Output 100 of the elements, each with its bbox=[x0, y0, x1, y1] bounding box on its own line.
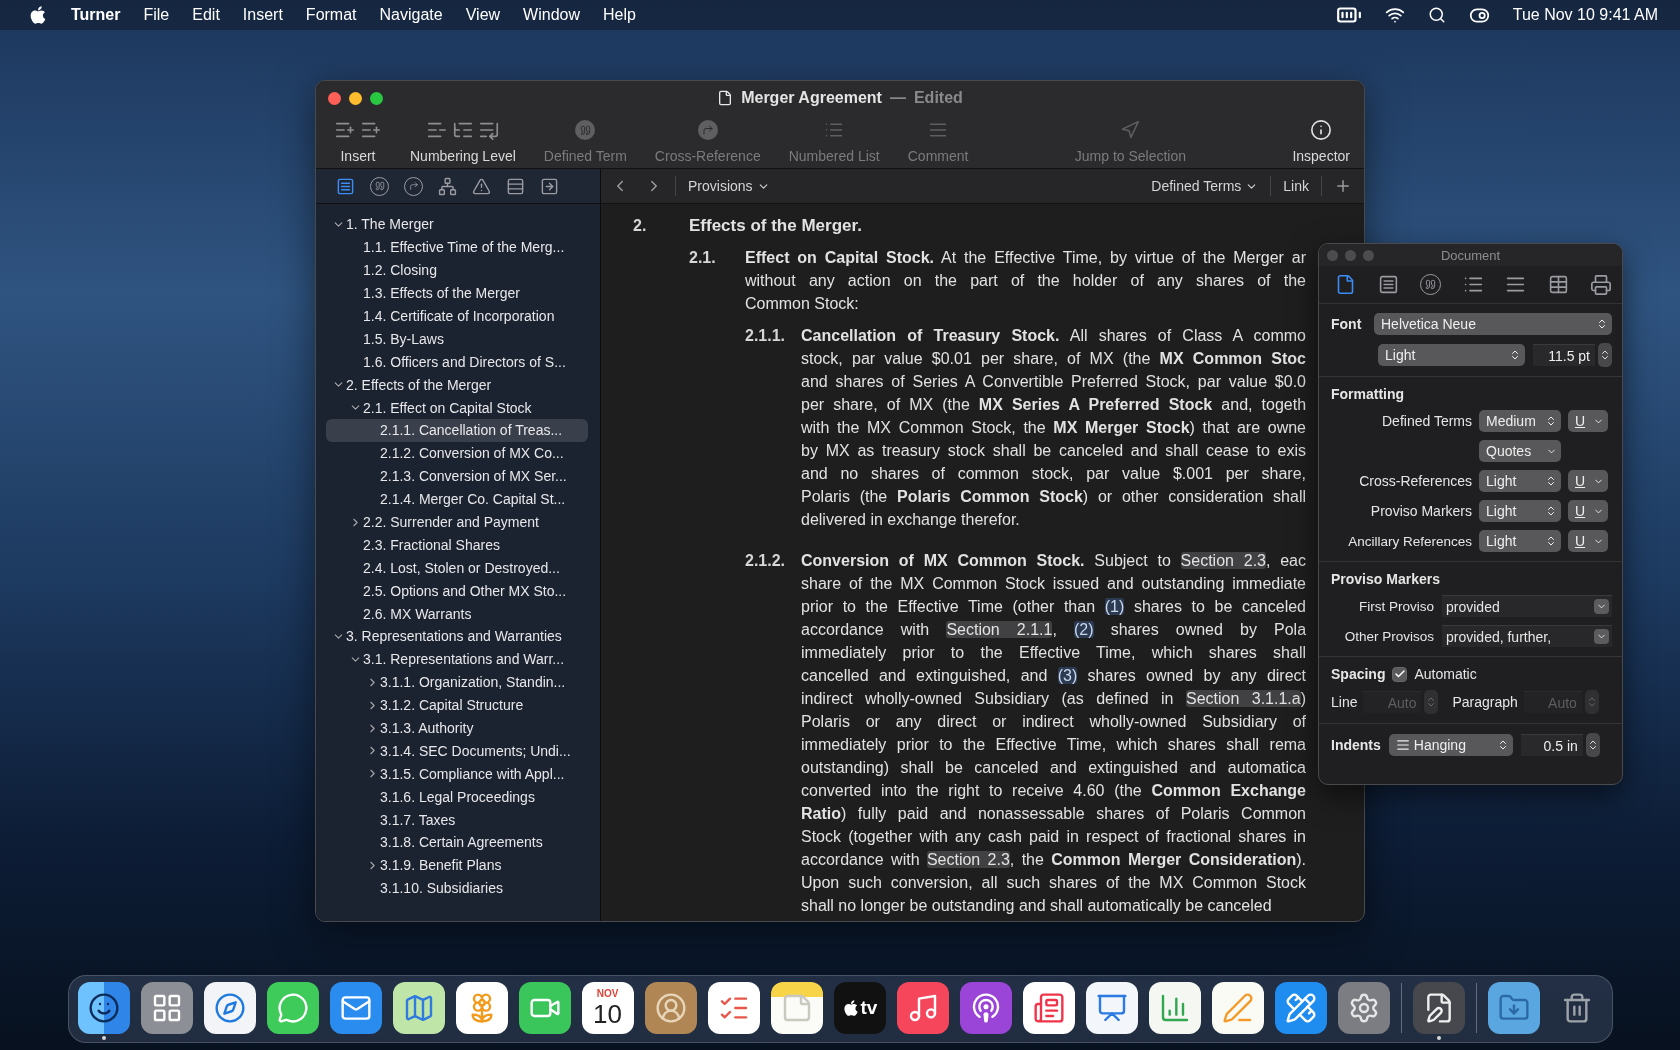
outline-item[interactable]: 2.1.2. Conversion of MX Co... bbox=[326, 441, 588, 465]
close-button[interactable] bbox=[328, 91, 341, 105]
font-size-field[interactable]: 11.5 pt bbox=[1533, 344, 1595, 366]
font-weight-select[interactable]: Light bbox=[1378, 344, 1525, 366]
document-pen-icon[interactable] bbox=[1412, 982, 1465, 1034]
smiling-face-icon[interactable] bbox=[77, 982, 130, 1034]
weight-select[interactable]: Light bbox=[1479, 530, 1561, 552]
cross-reference-link[interactable]: Section 2.1.1 bbox=[946, 621, 1053, 638]
outline-item[interactable]: 2.1. Effect on Capital Stock bbox=[326, 396, 588, 419]
video-camera-icon[interactable] bbox=[518, 982, 571, 1034]
outline-item[interactable]: 2.3. Fractional Shares bbox=[326, 533, 588, 557]
pencil-ruler-icon[interactable] bbox=[1274, 982, 1327, 1034]
sidebar-tab[interactable] bbox=[506, 176, 525, 196]
proviso-combo-box[interactable]: provided, further, bbox=[1442, 625, 1612, 647]
wifi-icon[interactable] bbox=[1384, 5, 1405, 25]
minimize-button[interactable] bbox=[349, 91, 362, 105]
outline-item[interactable]: 1.1. Effective Time of the Merg... bbox=[326, 235, 588, 259]
bar-chart-icon[interactable] bbox=[1148, 982, 1201, 1034]
outline-item[interactable]: 3.1.3. Authority bbox=[326, 716, 588, 740]
app-grid-icon[interactable] bbox=[140, 982, 193, 1034]
outline-item[interactable]: 1. The Merger bbox=[326, 213, 588, 236]
outline-item[interactable]: 1.6. Officers and Directors of S... bbox=[326, 350, 588, 374]
filter-popup-button[interactable]: Defined Terms bbox=[1147, 176, 1263, 196]
contact-card-icon[interactable] bbox=[644, 982, 697, 1034]
menu-item[interactable]: File bbox=[143, 6, 170, 24]
proviso-combo-box[interactable]: provided bbox=[1442, 595, 1612, 617]
tv-icon[interactable]: tv bbox=[833, 982, 886, 1034]
outline-item[interactable]: 2.1.3. Conversion of MX Ser... bbox=[326, 464, 588, 488]
menu-item[interactable]: Help bbox=[603, 6, 636, 24]
calendar-icon[interactable]: NOV 10 bbox=[581, 982, 634, 1034]
sidebar-tab[interactable] bbox=[472, 176, 491, 196]
cross-reference-link[interactable]: Section 2.3 bbox=[926, 851, 1010, 868]
app-menu[interactable]: Turner bbox=[71, 6, 121, 24]
outline-item[interactable]: 1.5. By-Laws bbox=[326, 327, 588, 351]
podcast-icon[interactable] bbox=[959, 982, 1012, 1034]
weight-select[interactable]: Medium bbox=[1479, 410, 1561, 432]
download-folder-icon[interactable] bbox=[1487, 982, 1540, 1034]
font-family-select[interactable]: Helvetica Neue bbox=[1374, 313, 1612, 335]
outline-item[interactable]: 1.2. Closing bbox=[326, 258, 588, 282]
menu-item[interactable]: Edit bbox=[192, 6, 220, 24]
outline-item[interactable]: 3.1.8. Certain Agreements bbox=[326, 831, 588, 854]
automatic-checkbox[interactable] bbox=[1392, 666, 1408, 682]
sidebar-tab[interactable] bbox=[336, 176, 355, 196]
menu-item[interactable]: Navigate bbox=[379, 6, 443, 24]
outline-item[interactable]: 3.1.10. Subsidiaries bbox=[326, 876, 588, 900]
stepper[interactable] bbox=[1598, 343, 1612, 367]
compass-icon[interactable] bbox=[203, 982, 256, 1034]
outline-item[interactable]: 2.2. Surrender and Payment bbox=[326, 510, 588, 534]
weight-select[interactable]: Light bbox=[1479, 470, 1561, 492]
inspector-tab[interactable] bbox=[1547, 274, 1569, 295]
outline-item[interactable]: 3.1.5. Compliance with Appl... bbox=[326, 762, 588, 786]
search-icon[interactable] bbox=[1427, 6, 1446, 24]
underline-select[interactable]: U bbox=[1568, 530, 1608, 552]
notepad-icon[interactable] bbox=[770, 982, 823, 1034]
zoom-button[interactable] bbox=[370, 91, 383, 105]
inspector-tab[interactable] bbox=[1590, 273, 1612, 296]
dropdown-button[interactable] bbox=[1594, 599, 1609, 614]
underline-select[interactable]: U bbox=[1568, 410, 1608, 432]
sidebar-tab[interactable] bbox=[540, 176, 559, 196]
cross-reference-link[interactable]: Section 2.3 bbox=[1180, 552, 1266, 569]
newspaper-icon[interactable] bbox=[1022, 982, 1075, 1034]
map-icon[interactable] bbox=[392, 982, 445, 1034]
underline-select[interactable]: U bbox=[1568, 500, 1608, 522]
toolbar-button[interactable]: Numbering Level bbox=[406, 119, 520, 164]
inspector-tab[interactable] bbox=[1335, 274, 1356, 295]
gear-icon[interactable] bbox=[1337, 982, 1390, 1034]
menu-item[interactable]: Insert bbox=[242, 6, 283, 24]
toolbar-button[interactable]: Insert bbox=[330, 119, 386, 164]
outline-item[interactable]: 2. Effects of the Merger bbox=[326, 373, 588, 397]
speech-bubble-icon[interactable] bbox=[266, 982, 319, 1034]
outline-item[interactable]: 1.4. Certificate of Incorporation bbox=[326, 304, 588, 328]
section-popup-button[interactable]: Provisions bbox=[684, 176, 774, 196]
outline-item[interactable]: 2.1.1. Cancellation of Treas... bbox=[326, 419, 588, 442]
indent-style-select[interactable]: Hanging bbox=[1388, 734, 1513, 756]
link-button[interactable]: Link bbox=[1279, 176, 1313, 196]
proviso-marker[interactable]: (2) bbox=[1074, 621, 1094, 638]
outline-item[interactable]: 3.1.9. Benefit Plans bbox=[326, 853, 588, 877]
apple-logo-icon[interactable] bbox=[28, 5, 48, 25]
music-note-icon[interactable] bbox=[896, 982, 949, 1034]
outline-item[interactable]: 3.1.4. SEC Documents; Undi... bbox=[326, 739, 588, 763]
proviso-marker[interactable]: (1) bbox=[1104, 598, 1125, 615]
cross-reference-link[interactable]: Section 3.1.1.a bbox=[1185, 690, 1301, 707]
checklist-icon[interactable] bbox=[707, 982, 760, 1034]
indent-field[interactable]: 0.5 in bbox=[1520, 734, 1583, 756]
outline-item[interactable]: 3.1.1. Organization, Standin... bbox=[326, 670, 588, 694]
sidebar-tab[interactable] bbox=[438, 176, 457, 196]
inspector-tab[interactable] bbox=[1377, 274, 1399, 295]
dropdown-button[interactable] bbox=[1594, 629, 1609, 644]
weight-select[interactable]: Light bbox=[1479, 500, 1561, 522]
stepper[interactable] bbox=[1585, 733, 1600, 757]
menu-clock[interactable]: Tue Nov 10 9:41 AM bbox=[1512, 6, 1658, 24]
toolbar-button[interactable]: Inspector bbox=[1288, 119, 1354, 164]
outline-item[interactable]: 2.1.4. Merger Co. Capital St... bbox=[326, 487, 588, 511]
underline-select[interactable]: U bbox=[1568, 470, 1608, 492]
outline-item[interactable]: 1.3. Effects of the Merger bbox=[326, 281, 588, 305]
outline-item[interactable]: 2.4. Lost, Stolen or Destroyed... bbox=[326, 556, 588, 580]
menu-item[interactable]: Format bbox=[305, 6, 357, 24]
outline-item[interactable]: 2.6. MX Warrants bbox=[326, 602, 588, 626]
outline-item[interactable]: 3.1.2. Capital Structure bbox=[326, 693, 588, 717]
flower-icon[interactable] bbox=[455, 982, 508, 1034]
